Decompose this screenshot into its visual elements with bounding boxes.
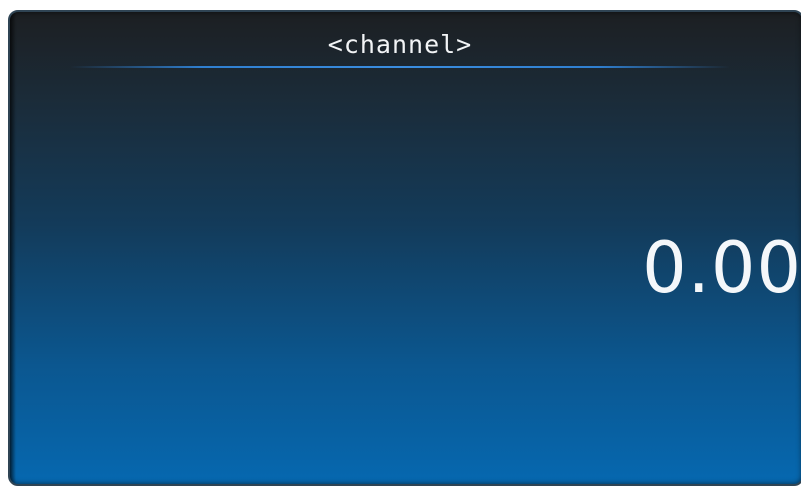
gauge-panel: <channel> 0.00 — [8, 10, 801, 486]
panel-edge-shadow — [10, 12, 16, 484]
title-divider — [70, 66, 730, 68]
channel-title: <channel> — [327, 30, 473, 59]
value-readout: 0.00 — [642, 228, 801, 308]
